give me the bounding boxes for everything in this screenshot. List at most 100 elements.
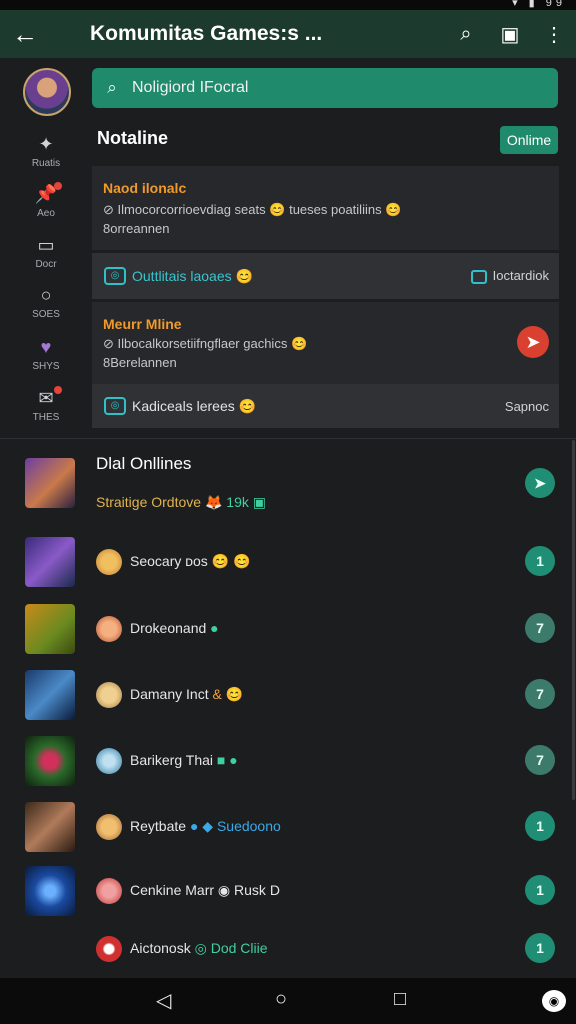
action-button[interactable]: 7 [525, 613, 555, 643]
action-button[interactable]: 1 [525, 811, 555, 841]
list-item-name: Drokeonand ● [130, 620, 219, 636]
emoji-icons: ◉ [217, 882, 231, 898]
smile-icon: 😊 [235, 267, 253, 284]
list-item[interactable]: Drokeonand ● 7 [0, 600, 576, 660]
arrow-button[interactable]: ➤ [525, 468, 555, 498]
list-item[interactable]: Barikerg Thai ■ ● 7 [0, 732, 576, 792]
back-triangle-icon[interactable]: ◁ [156, 988, 171, 1013]
smile-icon: 😊 [238, 397, 257, 414]
strip-right[interactable]: Ioctardiok [470, 268, 549, 284]
notification-card[interactable]: Meurr Mline ⊘ Ilbocalkorsetiifngflaer ga… [92, 302, 559, 384]
status-icon: ◎ [104, 397, 126, 415]
calendar-icon[interactable]: ▣ [488, 22, 532, 47]
compass-icon: ✦ [38, 134, 54, 154]
pin-icon: 📌 [0, 182, 92, 206]
rail-item-shys[interactable]: ♥ SHYS [0, 337, 92, 372]
strip-right[interactable]: Sapnoc [505, 399, 549, 414]
rail-item-label: Ruatis [31, 158, 61, 169]
emoji-icons: & 😊 [212, 686, 244, 702]
scrollbar[interactable] [572, 440, 575, 800]
list-item-name: Damany Inct & 😊 [130, 686, 243, 703]
status-icon: ◎ [104, 267, 126, 285]
search-circle-icon: ○ [40, 285, 52, 305]
list-header-row[interactable]: ➤ [0, 454, 576, 514]
item-label: Cenkine Marr [130, 882, 215, 898]
emoji-icons: ◎ [194, 940, 207, 956]
rail-item-ruatis[interactable]: ✦ Ruatis [0, 134, 92, 169]
user-avatar [96, 878, 122, 904]
list-item[interactable]: Seocary ᴅos 😊 😊 1 [0, 533, 576, 593]
list-title: Dlal Onllines [96, 454, 192, 473]
card-description: ⊘ Ilbocalkorsetiifngflaer gachics 😊 8Ber… [103, 334, 503, 372]
info-icon: ⊘ [103, 336, 118, 351]
action-button[interactable]: 7 [525, 745, 555, 775]
smile-icon: 😊 [385, 202, 402, 217]
list-item-name: Barikerg Thai ■ ● [130, 752, 238, 768]
subtitle-count: 19k [226, 494, 249, 510]
rail-item-soes[interactable]: ○ SOES [0, 285, 92, 320]
chat-box-icon: ▭ [37, 235, 55, 255]
notification-card[interactable]: Naod ilonalc ⊘ Ilmocorcorrioevdiag seats… [92, 166, 559, 250]
section-title: Notaline [97, 128, 169, 148]
list-item[interactable]: Damany Inct & 😊 7 [0, 666, 576, 726]
camera-icon[interactable]: ◉ [542, 990, 566, 1012]
more-vertical-icon[interactable]: ⋮ [532, 22, 576, 47]
item-label: Aictonosk [130, 940, 191, 956]
status-bar: ▾ ▮ 99 [0, 0, 576, 10]
user-avatar [96, 936, 122, 962]
list-item[interactable]: Aictonosk ◎ Dod Cliie 1 [0, 920, 576, 980]
share-arrow-button[interactable]: ➤ [517, 326, 549, 358]
avatar[interactable] [23, 68, 71, 116]
item-label: Seocary ᴅos [130, 553, 208, 569]
emoji-icons: ● ◆ [189, 818, 214, 834]
action-button[interactable]: 1 [525, 546, 555, 576]
rail-item-label: Docr [35, 259, 57, 270]
system-navbar: ◁ ○ □ ◉ [0, 978, 576, 1024]
list-item[interactable]: Reytbate ● ◆ Suedoono 1 [0, 798, 576, 858]
item-extra: Dod Cliie [210, 940, 268, 956]
rail-item-docr[interactable]: ▭ Docr [0, 235, 92, 270]
card-line: Ilbocalkorsetiifngflaer gachics [117, 336, 288, 351]
action-button[interactable]: 1 [525, 875, 555, 905]
status-dot-icon: ● [210, 620, 219, 636]
item-label: Barikerg Thai [130, 752, 214, 768]
app-title: Komumitas Games:s ... [90, 22, 323, 45]
back-arrow-icon[interactable]: ← [0, 19, 50, 50]
strip-right-label: Ioctardiok [492, 268, 549, 284]
message-icon: ✉ [0, 386, 92, 410]
subtitle-text: Straitige Ordtove [96, 494, 202, 510]
list-item[interactable]: Cenkine Marr ◉ Rusk D 1 [0, 862, 576, 922]
search-input[interactable] [132, 79, 532, 97]
side-rail: ✦ Ruatis 📌 Aeo ▭ Docr ○ SOES ♥ SHYS ✉ TH… [0, 58, 92, 438]
home-circle-icon[interactable]: ○ [275, 988, 287, 1011]
rail-item-aeo[interactable]: 📌 Aeo [0, 182, 92, 219]
list-item-name: Aictonosk ◎ Dod Cliie [130, 940, 268, 957]
strip-text: Outtlitais laoaes 😊 [132, 268, 471, 285]
game-thumbnail [25, 458, 75, 508]
card-strip[interactable]: ◎ Kadiceals lerees 😊 Sapnoc [92, 384, 559, 428]
search-icon[interactable]: ⌕ [444, 23, 488, 46]
list-item-name: Cenkine Marr ◉ Rusk D [130, 882, 280, 899]
divider [0, 438, 576, 439]
strip-label: Kadiceals lerees [132, 397, 235, 414]
list-item-name: Reytbate ● ◆ Suedoono [130, 818, 281, 835]
item-extra: Rusk D [234, 882, 280, 898]
recents-square-icon[interactable]: □ [394, 988, 406, 1011]
emoji-icons: 😊 😊 [211, 553, 251, 569]
card-strip[interactable]: ◎ Outtlitais laoaes 😊 Ioctardiok [92, 253, 559, 299]
action-button[interactable]: 7 [525, 679, 555, 709]
search-bar[interactable]: ⌕ [92, 68, 558, 108]
app-bar: ← Komumitas Games:s ... ⌕ ▣ ⋮ [0, 10, 576, 58]
badge-icon: ▣ [252, 494, 266, 510]
game-thumbnail [25, 736, 75, 786]
item-label: Drokeonand [130, 620, 207, 636]
card-line: 8orreannen [103, 221, 170, 236]
user-avatar [96, 616, 122, 642]
online-button[interactable]: Onlime [500, 126, 558, 154]
rail-item-label: THES [32, 412, 60, 423]
game-thumbnail [25, 802, 75, 852]
heart-icon: ♥ [40, 337, 52, 357]
game-thumbnail [25, 670, 75, 720]
action-button[interactable]: 1 [525, 933, 555, 963]
rail-item-thes[interactable]: ✉ THES [0, 386, 92, 423]
